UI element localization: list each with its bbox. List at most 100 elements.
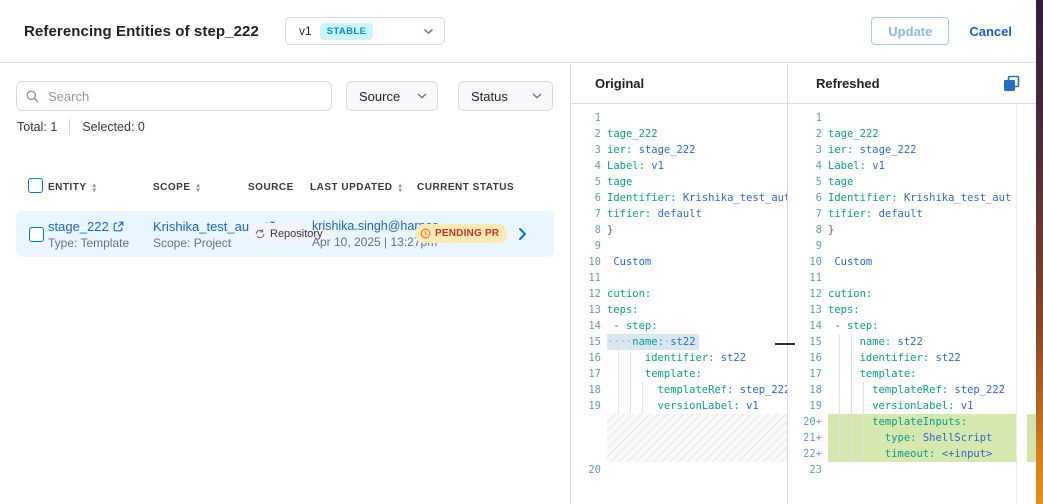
code-line: 4Label: v1 [791,158,1016,174]
search-icon [26,90,39,103]
table-row[interactable]: stage_222 Type: Template Krishika_test_a… [16,211,554,257]
sort-icon[interactable]: ▴▾ [197,183,201,193]
code-line: 1 [791,110,1016,126]
line-number: 16 [571,350,607,366]
totals-row: Total: 1 Selected: 0 [17,119,145,134]
clock-icon [420,228,431,239]
cancel-button[interactable]: Cancel [969,24,1012,39]
refreshed-pane-title: Refreshed [816,76,880,91]
code-line: 12cution: [571,286,787,302]
line-number: 21+ [791,430,828,446]
code-line: 23 [791,462,1016,478]
code-line: 20 [571,462,787,478]
source-filter-label: Source [359,89,400,104]
entity-type: Type: Template [48,236,129,250]
code-line: 13teps: [791,302,1016,318]
search-input[interactable] [46,88,322,105]
code-line: 14- step: [791,318,1016,334]
yaml-diff-panel: Original Refreshed 12tage_2223ier: stage… [570,64,1037,504]
code-line: 11 [571,270,787,286]
totals-divider [69,119,70,134]
code-line: 16identifier: st22 [791,350,1016,366]
code-line: 10Custom [791,254,1016,270]
entity-link[interactable]: stage_222 [48,219,109,234]
copy-icon[interactable] [1003,75,1020,92]
line-number: 6 [571,190,607,206]
status-badge-label: PENDING PR [435,228,499,239]
code-line: 19versionLabel: v1 [571,398,787,414]
code-line: 13teps: [571,302,787,318]
code-line: 12cution: [791,286,1016,302]
code-line: 16identifier: st22 [571,350,787,366]
line-number: 15 [791,334,828,350]
sort-icon[interactable]: ▴▾ [398,183,402,193]
code-line: 1 [571,110,787,126]
entity-cell: stage_222 Type: Template [48,219,129,250]
code-line: 7tifier: default [791,206,1016,222]
line-number: 18 [571,382,607,398]
chevron-down-icon [423,28,434,35]
column-header-entity: ENTITY ▴▾ [48,182,96,193]
code-line: 17template: [571,366,787,382]
update-button[interactable]: Update [871,17,949,45]
search-box[interactable] [16,81,332,111]
line-number: 20+ [791,414,828,430]
sort-icon[interactable]: ▴▾ [93,183,97,193]
indent-guide [851,334,852,462]
refreshed-code-editor[interactable]: 12tage_2223ier: stage_2224Label: v15tage… [791,104,1016,504]
line-number: 2 [791,126,828,142]
status-filter-select[interactable]: Status [458,81,553,111]
line-number: 10 [571,254,607,270]
line-number: 19 [791,398,828,414]
code-line: 7tifier: default [571,206,787,222]
external-link-icon[interactable] [113,221,124,232]
chevron-down-icon [532,93,542,99]
line-number: 17 [791,366,828,382]
code-line: 5tage [571,174,787,190]
line-number: 13 [791,302,828,318]
code-line: 14- step: [571,318,787,334]
diff-center-marker [775,343,795,345]
code-line: 3ier: stage_222 [571,142,787,158]
original-code-editor[interactable]: 12tage_2223ier: stage_2224Label: v15tage… [571,104,787,504]
row-checkbox[interactable] [29,227,44,242]
code-line: 9 [571,238,787,254]
total-count: Total: 1 [17,120,57,134]
code-line: 19versionLabel: v1 [791,398,1016,414]
code-line: 2tage_222 [791,126,1016,142]
code-line: 2tage_222 [571,126,787,142]
line-number: 10 [791,254,828,270]
indent-guide [839,334,840,462]
status-badge: PENDING PR [415,224,507,243]
line-number: 12 [571,286,607,302]
select-all-checkbox[interactable] [28,178,43,193]
line-number: 7 [791,206,828,222]
scope-link[interactable]: Krishika_test_au... [153,219,260,234]
source-filter-select[interactable]: Source [346,81,438,111]
collapsed-region-hatch [607,414,787,462]
code-line: 6Identifier: Krishika_test_aut [571,190,787,206]
table-header: ENTITY ▴▾ SCOPE ▴▾ SOURCE LAST UPDATED ▴… [0,174,570,204]
line-number: 9 [791,238,828,254]
header-actions: Update Cancel [871,17,1012,45]
line-number: 19 [571,398,607,414]
version-select[interactable]: v1 STABLE [285,17,445,45]
selected-count: Selected: 0 [82,120,145,134]
line-number: 9 [571,238,607,254]
line-number: 17 [571,366,607,382]
line-number: 15 [571,334,607,350]
indent-guide [618,334,619,414]
chevron-right-icon[interactable] [518,227,527,241]
line-number: 5 [571,174,607,190]
line-number: 11 [791,270,828,286]
line-number: 2 [571,126,607,142]
line-number: 22+ [791,446,828,462]
line-number: 7 [571,206,607,222]
line-number: 5 [791,174,828,190]
code-line: 8} [571,222,787,238]
column-header-scope: SCOPE ▴▾ [153,182,200,193]
code-line: 21+type: ShellScript [791,430,1016,446]
code-line: 18templateRef: step_222 [571,382,787,398]
overview-ruler[interactable] [1016,104,1038,504]
line-number: 23 [791,462,828,478]
